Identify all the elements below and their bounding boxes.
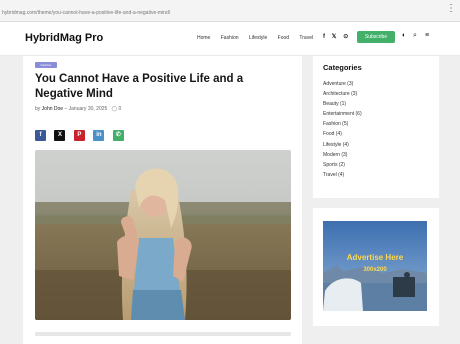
search-icon[interactable]: ⌕ [413,32,417,39]
x-icon[interactable]: 𝕏 [332,34,337,40]
subscribe-button[interactable]: Subscribe [357,31,395,43]
category-item-travel[interactable]: Travel (4) [323,170,362,180]
article-card: Fashion You Cannot Have a Positive Life … [23,56,302,344]
comment-icon: ◯ [108,106,118,112]
article-meta: by John Doe – January 30, 2025 ◯ 0 [35,106,121,112]
ad-size: 300x200 [363,267,387,273]
instagram-icon[interactable]: ⊙ [343,34,348,40]
category-item-lifestyle[interactable]: Lifestyle (4) [323,140,362,150]
featured-image [35,150,291,320]
x-share-icon[interactable]: X [54,130,66,141]
category-list: Adventure (3) Architecture (3) Beauty (1… [323,79,362,180]
category-item-modern[interactable]: Modern (3) [323,150,362,160]
whatsapp-share-icon[interactable]: ✆ [112,130,124,141]
category-item-entertainment[interactable]: Entertainment (6) [323,109,362,119]
nav-item-food[interactable]: Food [278,35,289,41]
advertisement-banner[interactable]: Advertise Here 300x200 [323,221,427,311]
article-title: You Cannot Have a Positive Life and a Ne… [35,73,244,100]
ad-title: Advertise Here [346,253,404,262]
site-logo[interactable]: HybridMag Pro [25,32,103,44]
category-item-beauty[interactable]: Beauty (1) [323,99,362,109]
category-item-sports[interactable]: Sports (2) [323,160,362,170]
author-link[interactable]: John Doe [42,106,63,112]
categories-title: Categories [323,63,362,72]
site-header: HybridMag Pro Home Fashion Lifestyle Foo… [0,22,460,56]
nav-item-fashion[interactable]: Fashion [221,35,239,41]
category-item-architecture[interactable]: Architecture (3) [323,89,362,99]
facebook-icon[interactable]: f [323,34,325,40]
dark-mode-icon[interactable]: ◐ [402,32,406,39]
pinterest-share-icon[interactable]: P [73,130,85,141]
browser-menu-icon[interactable]: ⋮ [446,4,456,14]
category-item-food[interactable]: Food (4) [323,129,362,139]
nav-item-travel[interactable]: Travel [299,35,313,41]
categories-widget: Categories Adventure (3) Architecture (3… [313,56,439,198]
main-nav: Home Fashion Lifestyle Food Travel [197,35,322,41]
meta-by: by [35,106,41,112]
menu-icon[interactable]: ≡ [425,32,429,39]
url-text[interactable]: hybridmag.com/theme/you-cannot-have-a-po… [2,10,170,16]
article-body-preview [35,332,291,336]
share-buttons: f X P in ✆ [35,123,128,141]
category-badge[interactable]: Fashion [35,62,57,68]
facebook-share-icon[interactable]: f [35,130,46,141]
nav-item-home[interactable]: Home [197,35,210,41]
post-date[interactable]: January 30, 2025 [69,106,108,112]
browser-url-bar[interactable]: hybridmag.com/theme/you-cannot-have-a-po… [0,0,460,22]
ad-widget: Advertise Here 300x200 [313,208,439,326]
nav-item-lifestyle[interactable]: Lifestyle [249,35,267,41]
linkedin-share-icon[interactable]: in [93,130,105,141]
category-item-fashion[interactable]: Fashion (5) [323,119,362,129]
comment-count[interactable]: 0 [118,106,121,112]
header-social: f 𝕏 ⊙ [323,33,353,40]
category-item-adventure[interactable]: Adventure (3) [323,79,362,89]
